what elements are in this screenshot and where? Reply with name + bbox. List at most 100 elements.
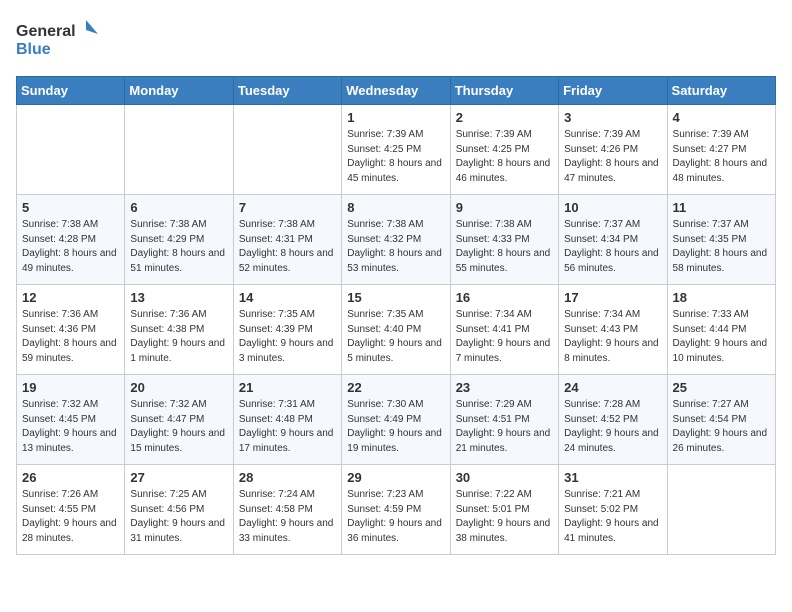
day-info: Sunrise: 7:38 AMSunset: 4:29 PMDaylight:…: [130, 218, 227, 276]
calendar-cell: 16 Sunrise: 7:34 AMSunset: 4:41 PMDayligh…: [450, 285, 558, 375]
calendar-cell: [667, 465, 775, 555]
calendar-cell: 4Sunrise: 7:39 AMSunset: 4:27 PMDaylight…: [667, 105, 775, 195]
svg-text:Blue: Blue: [16, 41, 51, 58]
day-info: Sunrise: 7:31 AMSunset: 4:48 PMDaylight:…: [239, 398, 336, 456]
day-number: 30: [456, 470, 553, 485]
calendar-cell: 6 Sunrise: 7:38 AMSunset: 4:29 PMDaylight…: [125, 195, 233, 285]
calendar-cell: 5 Sunrise: 7:38 AMSunset: 4:28 PMDaylight…: [17, 195, 125, 285]
calendar-cell: 14 Sunrise: 7:35 AMSunset: 4:39 PMDayligh…: [233, 285, 341, 375]
calendar-body: 1Sunrise: 7:39 AMSunset: 4:25 PMDaylight…: [17, 105, 776, 555]
calendar-cell: 23 Sunrise: 7:29 AMSunset: 4:51 PMDayligh…: [450, 375, 558, 465]
day-number: 5: [22, 200, 119, 215]
calendar-cell: 10 Sunrise: 7:37 AMSunset: 4:34 PMDayligh…: [559, 195, 667, 285]
day-info: Sunrise: 7:26 AMSunset: 4:55 PMDaylight:…: [22, 488, 119, 546]
day-number: 19: [22, 380, 119, 395]
calendar-cell: 13 Sunrise: 7:36 AMSunset: 4:38 PMDayligh…: [125, 285, 233, 375]
day-info: Sunrise: 7:39 AMSunset: 4:25 PMDaylight:…: [347, 128, 444, 186]
calendar-week-row: 1Sunrise: 7:39 AMSunset: 4:25 PMDaylight…: [17, 105, 776, 195]
day-info: Sunrise: 7:32 AMSunset: 4:45 PMDaylight:…: [22, 398, 119, 456]
day-info: Sunrise: 7:34 AMSunset: 4:41 PMDaylight:…: [456, 308, 553, 366]
day-info: Sunrise: 7:23 AMSunset: 4:59 PMDaylight:…: [347, 488, 444, 546]
page-header: General Blue: [16, 16, 776, 64]
svg-text:General: General: [16, 23, 76, 40]
calendar-cell: 7 Sunrise: 7:38 AMSunset: 4:31 PMDaylight…: [233, 195, 341, 285]
day-info: Sunrise: 7:25 AMSunset: 4:56 PMDaylight:…: [130, 488, 227, 546]
day-info: Sunrise: 7:39 AMSunset: 4:26 PMDaylight:…: [564, 128, 661, 186]
day-number: 22: [347, 380, 444, 395]
day-number: 11: [673, 200, 770, 215]
calendar-cell: 15 Sunrise: 7:35 AMSunset: 4:40 PMDayligh…: [342, 285, 450, 375]
weekday-header: Monday: [125, 77, 233, 105]
calendar-week-row: 26 Sunrise: 7:26 AMSunset: 4:55 PMDayligh…: [17, 465, 776, 555]
day-info: Sunrise: 7:37 AMSunset: 4:34 PMDaylight:…: [564, 218, 661, 276]
calendar-cell: 26 Sunrise: 7:26 AMSunset: 4:55 PMDayligh…: [17, 465, 125, 555]
day-info: Sunrise: 7:27 AMSunset: 4:54 PMDaylight:…: [673, 398, 770, 456]
day-info: Sunrise: 7:38 AMSunset: 4:31 PMDaylight:…: [239, 218, 336, 276]
calendar-week-row: 5 Sunrise: 7:38 AMSunset: 4:28 PMDaylight…: [17, 195, 776, 285]
day-number: 29: [347, 470, 444, 485]
day-number: 7: [239, 200, 336, 215]
day-info: Sunrise: 7:24 AMSunset: 4:58 PMDaylight:…: [239, 488, 336, 546]
day-info: Sunrise: 7:33 AMSunset: 4:44 PMDaylight:…: [673, 308, 770, 366]
day-info: Sunrise: 7:37 AMSunset: 4:35 PMDaylight:…: [673, 218, 770, 276]
day-info: Sunrise: 7:21 AMSunset: 5:02 PMDaylight:…: [564, 488, 661, 546]
day-number: 16: [456, 290, 553, 305]
day-number: 18: [673, 290, 770, 305]
day-number: 3: [564, 110, 661, 125]
calendar-cell: [125, 105, 233, 195]
calendar-table: SundayMondayTuesdayWednesdayThursdayFrid…: [16, 76, 776, 555]
calendar-cell: 17 Sunrise: 7:34 AMSunset: 4:43 PMDayligh…: [559, 285, 667, 375]
logo-svg: General Blue: [16, 16, 106, 64]
calendar-week-row: 19 Sunrise: 7:32 AMSunset: 4:45 PMDayligh…: [17, 375, 776, 465]
calendar-cell: 19 Sunrise: 7:32 AMSunset: 4:45 PMDayligh…: [17, 375, 125, 465]
day-number: 14: [239, 290, 336, 305]
calendar-cell: 18 Sunrise: 7:33 AMSunset: 4:44 PMDayligh…: [667, 285, 775, 375]
day-number: 26: [22, 470, 119, 485]
calendar-cell: 1Sunrise: 7:39 AMSunset: 4:25 PMDaylight…: [342, 105, 450, 195]
logo: General Blue: [16, 16, 106, 64]
calendar-cell: 3 Sunrise: 7:39 AMSunset: 4:26 PMDaylight…: [559, 105, 667, 195]
weekday-header: Friday: [559, 77, 667, 105]
day-number: 15: [347, 290, 444, 305]
day-number: 17: [564, 290, 661, 305]
day-info: Sunrise: 7:28 AMSunset: 4:52 PMDaylight:…: [564, 398, 661, 456]
day-number: 27: [130, 470, 227, 485]
day-number: 6: [130, 200, 227, 215]
day-info: Sunrise: 7:29 AMSunset: 4:51 PMDaylight:…: [456, 398, 553, 456]
calendar-cell: [233, 105, 341, 195]
day-number: 23: [456, 380, 553, 395]
calendar-cell: 29 Sunrise: 7:23 AMSunset: 4:59 PMDayligh…: [342, 465, 450, 555]
calendar-cell: 30 Sunrise: 7:22 AMSunset: 5:01 PMDayligh…: [450, 465, 558, 555]
day-number: 12: [22, 290, 119, 305]
day-info: Sunrise: 7:38 AMSunset: 4:33 PMDaylight:…: [456, 218, 553, 276]
day-number: 25: [673, 380, 770, 395]
weekday-header: Wednesday: [342, 77, 450, 105]
calendar-cell: 21Sunrise: 7:31 AMSunset: 4:48 PMDayligh…: [233, 375, 341, 465]
day-info: Sunrise: 7:36 AMSunset: 4:36 PMDaylight:…: [22, 308, 119, 366]
day-info: Sunrise: 7:34 AMSunset: 4:43 PMDaylight:…: [564, 308, 661, 366]
day-number: 31: [564, 470, 661, 485]
calendar-cell: 9Sunrise: 7:38 AMSunset: 4:33 PMDaylight…: [450, 195, 558, 285]
weekday-header: Sunday: [17, 77, 125, 105]
calendar-cell: 8Sunrise: 7:38 AMSunset: 4:32 PMDaylight…: [342, 195, 450, 285]
weekday-header: Saturday: [667, 77, 775, 105]
weekday-header: Tuesday: [233, 77, 341, 105]
day-info: Sunrise: 7:36 AMSunset: 4:38 PMDaylight:…: [130, 308, 227, 366]
day-number: 28: [239, 470, 336, 485]
day-number: 8: [347, 200, 444, 215]
day-info: Sunrise: 7:39 AMSunset: 4:27 PMDaylight:…: [673, 128, 770, 186]
day-info: Sunrise: 7:35 AMSunset: 4:39 PMDaylight:…: [239, 308, 336, 366]
day-info: Sunrise: 7:39 AMSunset: 4:25 PMDaylight:…: [456, 128, 553, 186]
calendar-cell: 27 Sunrise: 7:25 AMSunset: 4:56 PMDayligh…: [125, 465, 233, 555]
day-info: Sunrise: 7:38 AMSunset: 4:28 PMDaylight:…: [22, 218, 119, 276]
calendar-cell: 31 Sunrise: 7:21 AMSunset: 5:02 PMDayligh…: [559, 465, 667, 555]
day-number: 20: [130, 380, 227, 395]
weekday-header: Thursday: [450, 77, 558, 105]
day-info: Sunrise: 7:35 AMSunset: 4:40 PMDaylight:…: [347, 308, 444, 366]
day-info: Sunrise: 7:22 AMSunset: 5:01 PMDaylight:…: [456, 488, 553, 546]
calendar-cell: [17, 105, 125, 195]
day-number: 10: [564, 200, 661, 215]
calendar-cell: 2Sunrise: 7:39 AMSunset: 4:25 PMDaylight…: [450, 105, 558, 195]
day-number: 13: [130, 290, 227, 305]
day-number: 24: [564, 380, 661, 395]
